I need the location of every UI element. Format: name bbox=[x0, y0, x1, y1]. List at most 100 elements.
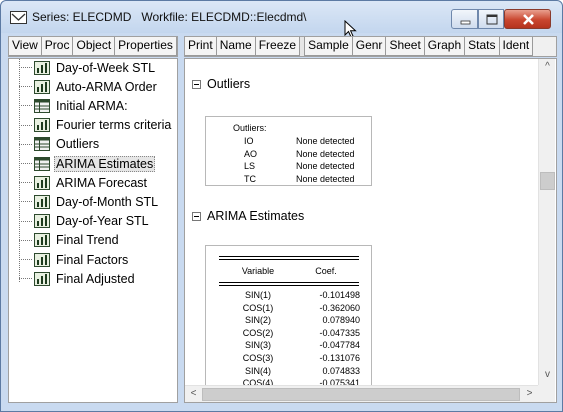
estimate-variable: COS(3) bbox=[242, 353, 274, 363]
tree-item-label: Auto-ARMA Order bbox=[56, 79, 157, 94]
tree-item[interactable]: Day-of-Month STL bbox=[19, 192, 160, 211]
output-content: Outliers Outliers: IO None detected AO None… bbox=[184, 58, 557, 403]
outliers-section-title: Outliers bbox=[207, 77, 251, 91]
tree-item[interactable]: Final Trend bbox=[19, 231, 121, 250]
tree-connector bbox=[19, 105, 32, 107]
tree-item[interactable]: Auto-ARMA Order bbox=[19, 77, 159, 96]
outlier-type: IO bbox=[244, 136, 254, 146]
tree-item[interactable]: Day-of-Week STL bbox=[19, 59, 157, 77]
table-icon bbox=[34, 98, 50, 113]
estimate-variable: SIN(2) bbox=[244, 315, 271, 326]
tree-item[interactable]: Final Factors bbox=[19, 250, 130, 269]
outliers-section-header[interactable]: Outliers bbox=[192, 77, 250, 91]
outlier-value: None detected bbox=[296, 136, 355, 146]
tree-item-label: ARIMA Estimates bbox=[54, 155, 156, 172]
maximize-button[interactable] bbox=[478, 9, 504, 29]
genr-button[interactable]: Genr bbox=[352, 37, 387, 56]
table-rule bbox=[219, 256, 359, 257]
close-button[interactable] bbox=[504, 9, 551, 29]
maximize-icon bbox=[486, 14, 498, 25]
graph-icon bbox=[34, 252, 50, 267]
estimate-coef: -0.047784 bbox=[319, 340, 360, 351]
stats-button[interactable]: Stats bbox=[465, 37, 500, 56]
tree-item[interactable]: ARIMA Estimates bbox=[19, 154, 156, 173]
vertical-scrollbar[interactable]: ^ v bbox=[538, 59, 555, 385]
tree-item-label: Day-of-Year STL bbox=[56, 214, 149, 229]
tree-item-label: ARIMA Forecast bbox=[56, 175, 147, 190]
tree-connector bbox=[19, 67, 32, 68]
resize-grip[interactable] bbox=[538, 385, 555, 402]
outlier-value: None detected bbox=[296, 161, 355, 171]
tree-connector bbox=[19, 220, 32, 222]
graph-icon bbox=[34, 194, 50, 209]
graph-icon bbox=[34, 118, 50, 133]
sheet-button[interactable]: Sheet bbox=[386, 37, 425, 56]
graph-icon bbox=[34, 233, 50, 248]
title-bar[interactable]: Series: ELECDMD Workfile: ELECDMD::Elecd… bbox=[1, 1, 562, 33]
table-icon bbox=[34, 137, 50, 152]
tree-connector bbox=[19, 259, 32, 260]
outlier-type: AO bbox=[244, 148, 258, 159]
tree-item[interactable]: ARIMA Forecast bbox=[19, 173, 149, 192]
tree-item-label: Final Factors bbox=[56, 252, 129, 267]
properties-button[interactable]: Properties bbox=[115, 37, 177, 56]
window-title: Series: ELECDMD Workfile: ELECDMD::Elecd… bbox=[32, 10, 307, 24]
object-button[interactable]: Object bbox=[73, 37, 116, 56]
minimize-icon bbox=[460, 20, 471, 25]
sample-button[interactable]: Sample bbox=[305, 37, 353, 56]
tree-item-label: Day-of-Week STL bbox=[56, 60, 156, 75]
estimate-coef: 0.078940 bbox=[322, 315, 360, 326]
outlier-value: None detected bbox=[296, 148, 355, 159]
column-header-coef: Coef. bbox=[315, 266, 337, 276]
outlier-value: None detected bbox=[296, 173, 355, 184]
tree-connector bbox=[19, 86, 32, 88]
minimize-button[interactable] bbox=[451, 9, 478, 29]
tree-item[interactable]: Final Adjusted bbox=[19, 269, 137, 288]
object-toolbar: View Proc Object Properties bbox=[8, 36, 178, 57]
outlier-type: LS bbox=[244, 161, 256, 171]
outliers-table: Outliers: IO None detected AO None detected… bbox=[205, 116, 372, 186]
graph-icon bbox=[34, 271, 50, 286]
scroll-up-icon[interactable]: ^ bbox=[539, 61, 556, 72]
graph-icon bbox=[34, 79, 50, 94]
tree-item[interactable]: Day-of-Year STL bbox=[19, 212, 151, 231]
tree-item[interactable]: Initial ARMA: bbox=[19, 96, 130, 115]
scroll-left-icon[interactable]: < bbox=[185, 388, 202, 399]
tree-item-label: Final Trend bbox=[56, 233, 119, 248]
series-window: Series: ELECDMD Workfile: ELECDMD::Elecd… bbox=[0, 0, 563, 412]
scroll-right-icon[interactable]: > bbox=[521, 388, 538, 399]
tree-item[interactable]: Outliers bbox=[19, 135, 101, 154]
horizontal-scrollbar[interactable]: < > bbox=[185, 385, 538, 402]
estimate-coef: -0.362060 bbox=[319, 302, 360, 313]
series-toolbar: Print Name Freeze Sample Genr Sheet Grap… bbox=[184, 36, 557, 57]
freeze-button[interactable]: Freeze bbox=[255, 37, 301, 56]
tree-connector bbox=[19, 124, 32, 126]
collapse-icon[interactable] bbox=[192, 79, 201, 89]
view-button[interactable]: View bbox=[9, 37, 42, 56]
close-icon bbox=[523, 14, 534, 25]
graph-button[interactable]: Graph bbox=[424, 37, 466, 56]
scroll-down-icon[interactable]: v bbox=[539, 369, 556, 380]
arima-section-title: ARIMA Estimates bbox=[207, 209, 305, 223]
name-button[interactable]: Name bbox=[216, 37, 256, 56]
outliers-header: Outliers: bbox=[233, 123, 267, 133]
arima-section-header[interactable]: ARIMA Estimates bbox=[192, 209, 304, 223]
print-button[interactable]: Print bbox=[185, 37, 217, 56]
graph-icon bbox=[34, 60, 50, 75]
estimate-variable: COS(2) bbox=[242, 327, 274, 338]
estimate-coef: -0.101498 bbox=[319, 290, 360, 300]
horizontal-scroll-thumb[interactable] bbox=[202, 388, 520, 401]
estimate-coef: -0.131076 bbox=[319, 353, 360, 363]
tree-item-label: Initial ARMA: bbox=[56, 98, 128, 113]
collapse-icon[interactable] bbox=[192, 211, 201, 221]
proc-button[interactable]: Proc bbox=[41, 37, 74, 56]
output-tree: Day-of-Week STL Auto-ARMA Order Initial AR… bbox=[8, 58, 178, 403]
tree-connector bbox=[19, 182, 32, 184]
tree-connector bbox=[19, 143, 32, 145]
tree-connector bbox=[19, 163, 32, 164]
ident-button[interactable]: Ident bbox=[499, 37, 534, 56]
graph-icon bbox=[34, 214, 50, 229]
tree-item[interactable]: Fourier terms criteria bbox=[19, 116, 173, 135]
table-rule bbox=[219, 259, 359, 260]
vertical-scroll-thumb[interactable] bbox=[540, 172, 555, 190]
